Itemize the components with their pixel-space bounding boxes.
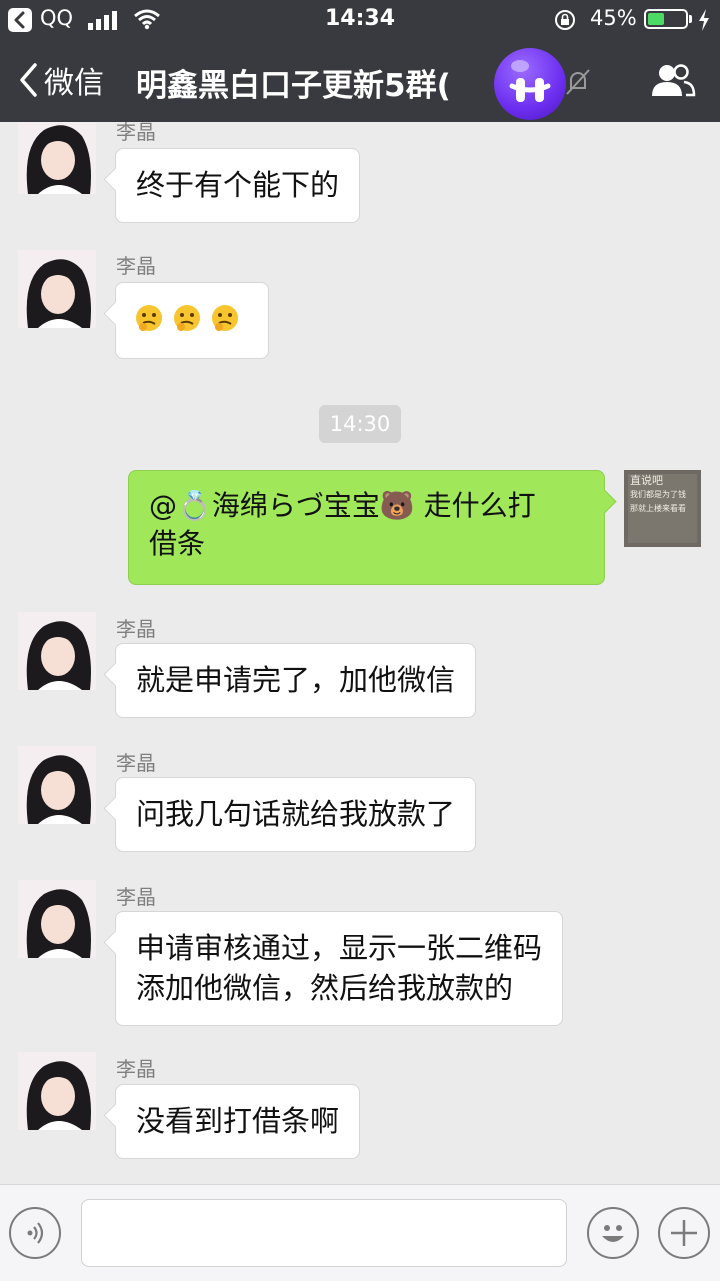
sender-name: 李晶 xyxy=(116,885,156,909)
chevron-left-icon xyxy=(20,63,37,97)
message-bubble[interactable]: 就是申请完了，加他微信 xyxy=(115,643,477,718)
charging-bolt-icon xyxy=(699,9,709,31)
voice-icon xyxy=(27,1222,44,1244)
message-bubble[interactable] xyxy=(115,282,269,359)
chat-area[interactable]: 李晶 终于有个能下的 李晶 14:30 @💍海绵らづ宝宝🐻 走什么打 借条 直说… xyxy=(0,122,720,1184)
battery-tip xyxy=(689,15,692,23)
more-functions-button[interactable] xyxy=(658,1207,710,1259)
avatar[interactable] xyxy=(18,1052,96,1130)
chat-title: 明鑫黑白口子更新5群( xyxy=(136,68,451,104)
group-members-icon[interactable] xyxy=(650,62,696,98)
avatar[interactable] xyxy=(18,880,96,958)
sender-name: 李晶 xyxy=(116,751,156,775)
mute-bell-icon xyxy=(566,69,590,95)
thinking-face-icon xyxy=(212,305,238,331)
message-bubble-self[interactable]: @💍海绵らづ宝宝🐻 走什么打 借条 xyxy=(128,470,605,585)
battery-percent: 45% xyxy=(590,6,637,30)
message-input[interactable] xyxy=(81,1199,567,1267)
back-button[interactable]: 微信 xyxy=(18,58,104,102)
sender-name: 李晶 xyxy=(116,1057,156,1081)
battery-level xyxy=(648,13,664,25)
voice-input-button[interactable] xyxy=(9,1207,61,1259)
avatar[interactable] xyxy=(18,122,96,194)
message-line: 添加他微信，然后给我放款的 xyxy=(136,971,514,1005)
emoji-button[interactable] xyxy=(587,1207,639,1259)
input-bar xyxy=(0,1184,720,1281)
message-line: 借条 xyxy=(149,527,206,560)
message-bubble[interactable]: 问我几句话就给我放款了 xyxy=(115,777,477,852)
rotation-lock-icon xyxy=(555,10,575,30)
sender-name: 李晶 xyxy=(116,254,156,278)
message-line: @💍海绵らづ宝宝🐻 走什么打 xyxy=(149,489,536,522)
avatar-text: 直说吧 我们都是为了钱 那就上楼来看看 xyxy=(630,474,686,513)
emoji-row xyxy=(134,303,250,333)
smiley-icon xyxy=(602,1225,624,1242)
top-bar: QQ 14:34 45% 微信 明鑫黑白口子更新5群( xyxy=(0,0,720,122)
sender-name: 李晶 xyxy=(116,122,156,144)
nav-bar: 微信 明鑫黑白口子更新5群( xyxy=(0,40,720,122)
back-label: 微信 xyxy=(44,66,104,101)
avatar[interactable] xyxy=(18,250,96,328)
sender-name: 李晶 xyxy=(116,617,156,641)
message-bubble[interactable]: 终于有个能下的 xyxy=(115,148,361,223)
plus-icon xyxy=(671,1220,697,1246)
avatar[interactable] xyxy=(18,612,96,690)
battery-icon xyxy=(644,9,688,29)
status-bar: QQ 14:34 45% xyxy=(0,0,720,40)
thinking-face-icon xyxy=(174,305,200,331)
message-line: 申请审核通过，显示一张二维码 xyxy=(136,931,543,965)
message-bubble[interactable]: 没看到打借条啊 xyxy=(115,1084,361,1159)
message-bubble[interactable]: 申请审核通过，显示一张二维码 添加他微信，然后给我放款的 xyxy=(115,911,564,1026)
purple-face-sticker-icon xyxy=(494,48,566,120)
avatar-self[interactable]: 直说吧 我们都是为了钱 那就上楼来看看 xyxy=(624,470,701,547)
timestamp: 14:30 xyxy=(319,405,401,443)
avatar[interactable] xyxy=(18,746,96,824)
thinking-face-icon xyxy=(136,305,162,331)
